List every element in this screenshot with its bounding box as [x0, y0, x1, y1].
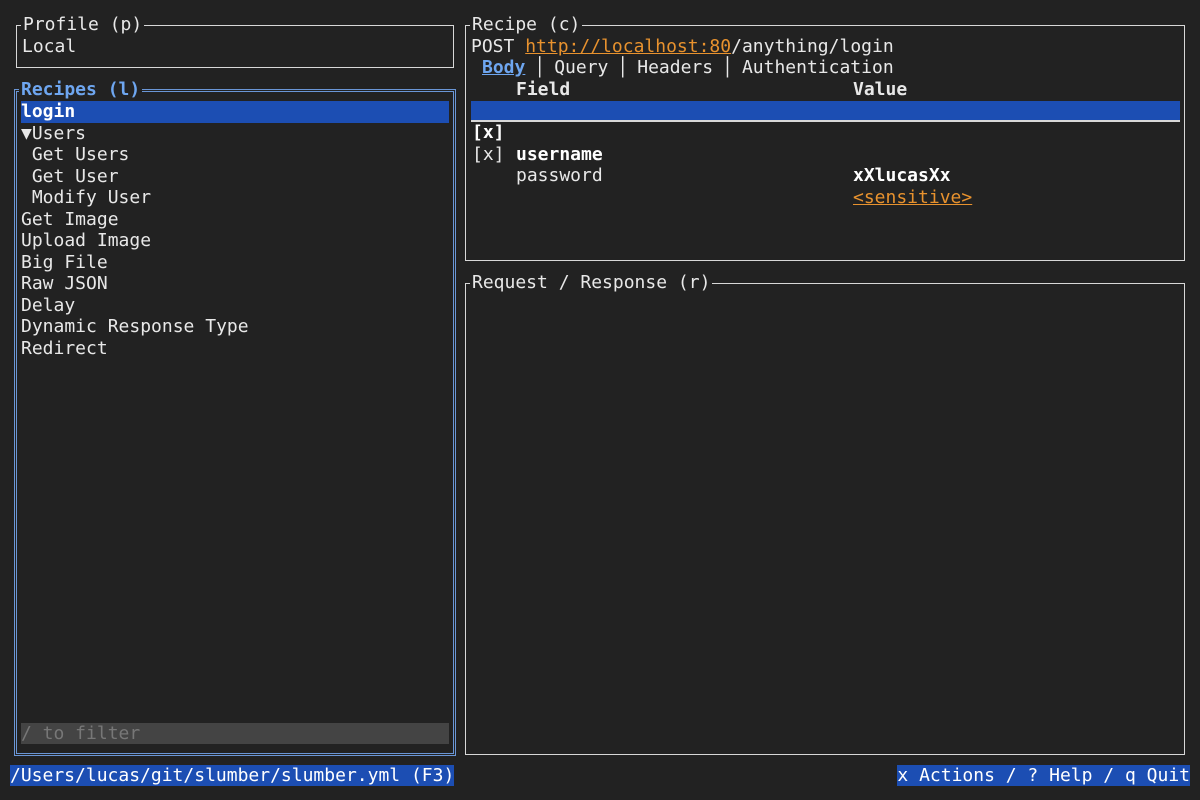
- field-value[interactable]: xXlucasXx: [853, 165, 951, 187]
- keybinding-help: x Actions / ? Help / q Quit: [897, 765, 1190, 786]
- table-header: Field Value: [471, 79, 1180, 101]
- recipe-tabs: Body │ Query │ Headers │ Authentication: [482, 57, 894, 79]
- tab-separator: │: [617, 57, 629, 78]
- column-header-value: Value: [853, 79, 908, 100]
- recipe-item-delay[interactable]: Delay: [21, 295, 449, 317]
- recipe-item-raw-json[interactable]: Raw JSON: [21, 273, 449, 295]
- recipe-item-dynamic-response-type[interactable]: Dynamic Response Type: [21, 316, 449, 338]
- table-row[interactable]: [x] password <sensitive>: [471, 122, 1180, 208]
- recipes-pane[interactable]: Recipes (l) login ▼Users Get Users Get U…: [14, 79, 456, 756]
- recipe-item-upload-image[interactable]: Upload Image: [21, 230, 449, 252]
- column-header-field: Field: [516, 79, 571, 100]
- recipe-item-get-user[interactable]: Get User: [21, 166, 449, 188]
- tab-query[interactable]: Query: [554, 57, 608, 79]
- tab-separator: │: [722, 57, 733, 78]
- profile-pane[interactable]: Profile (p) Local: [16, 14, 454, 68]
- recipe-item-modify-user[interactable]: Modify User: [21, 187, 449, 209]
- recipe-item-big-file[interactable]: Big File: [21, 252, 449, 274]
- recipe-item-get-image[interactable]: Get Image: [21, 209, 449, 231]
- profile-pane-title: Profile (p): [21, 14, 145, 35]
- http-method: POST: [471, 36, 515, 57]
- request-response-pane-title: Request / Response (r): [470, 272, 713, 293]
- request-response-pane[interactable]: Request / Response (r): [465, 272, 1185, 755]
- tab-authentication[interactable]: Authentication: [742, 57, 894, 79]
- field-value-sensitive[interactable]: <sensitive>: [853, 187, 972, 209]
- recipe-pane-title: Recipe (c): [470, 14, 583, 35]
- table-row[interactable]: [x] username xXlucasXx: [471, 100, 1180, 186]
- recipe-filter-input[interactable]: / to filter: [21, 723, 449, 744]
- tab-separator: │: [534, 57, 546, 78]
- field-toggle-checkbox[interactable]: [x]: [472, 144, 505, 166]
- tab-headers[interactable]: Headers: [637, 57, 713, 79]
- url-path: /anything/login: [731, 36, 894, 57]
- recipe-item-login[interactable]: login: [21, 101, 449, 123]
- recipes-pane-title: Recipes (l): [19, 79, 143, 100]
- recipe-folder-users[interactable]: ▼Users: [21, 123, 449, 145]
- field-name: password: [516, 165, 603, 186]
- tab-body[interactable]: Body: [482, 57, 525, 79]
- recipe-item-get-users[interactable]: Get Users: [21, 144, 449, 166]
- profile-value[interactable]: Local: [22, 36, 76, 58]
- recipe-list: login ▼Users Get Users Get User Modify U…: [21, 101, 449, 359]
- recipe-item-redirect[interactable]: Redirect: [21, 338, 449, 360]
- recipe-pane[interactable]: Recipe (c) POST http://localhost:80/anyt…: [465, 14, 1185, 261]
- url-host-link[interactable]: http://localhost:80: [525, 36, 731, 57]
- request-line: POST http://localhost:80/anything/login: [471, 36, 894, 58]
- body-fields-table: Field Value [x] username xXlucasXx [x] p…: [471, 79, 1180, 208]
- collection-file-path[interactable]: /Users/lucas/git/slumber/slumber.yml (F3…: [10, 765, 455, 786]
